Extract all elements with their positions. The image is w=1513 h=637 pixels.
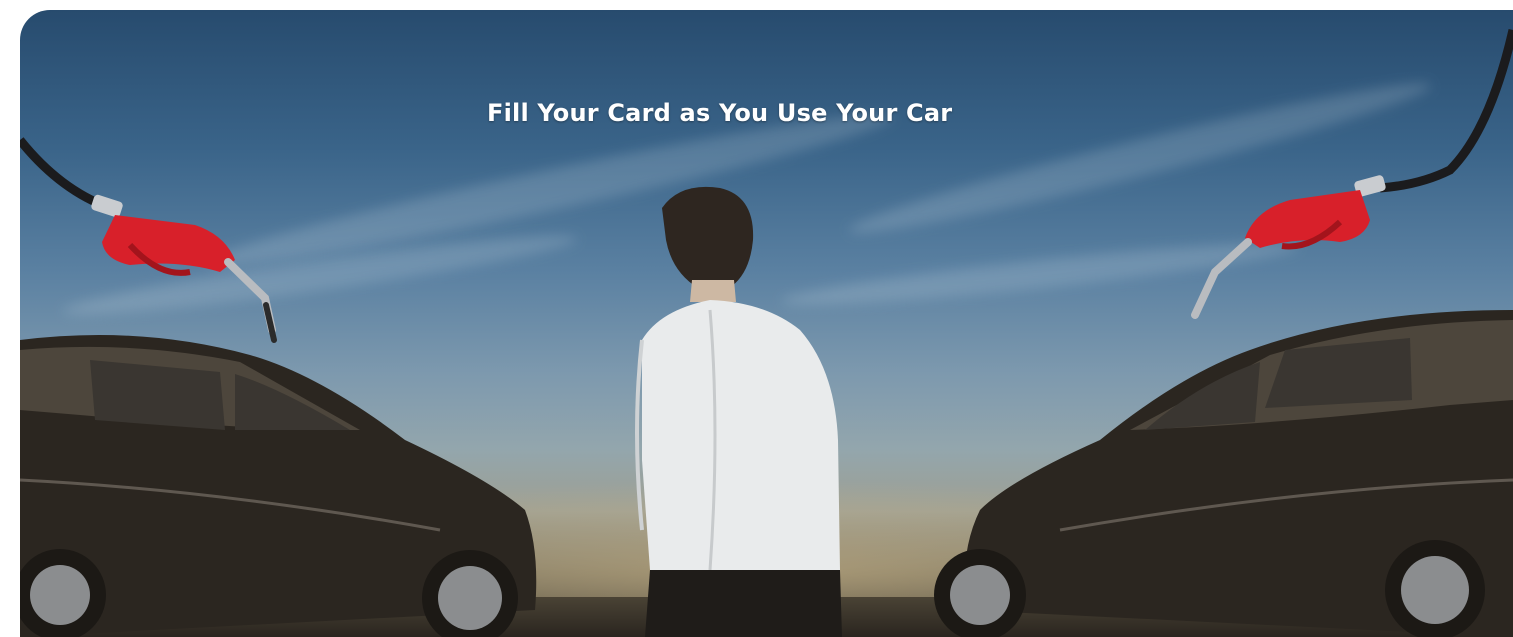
fuel-nozzle-icon <box>1191 28 1513 319</box>
page-title: Fill Your Card as You Use Your Car <box>487 99 953 127</box>
left-car <box>20 335 537 637</box>
fuel-nozzle-icon <box>20 137 277 343</box>
right-car <box>934 310 1513 637</box>
person <box>635 186 842 637</box>
hero-banner: Fill Your Card as You Use Your Car <box>20 10 1513 637</box>
